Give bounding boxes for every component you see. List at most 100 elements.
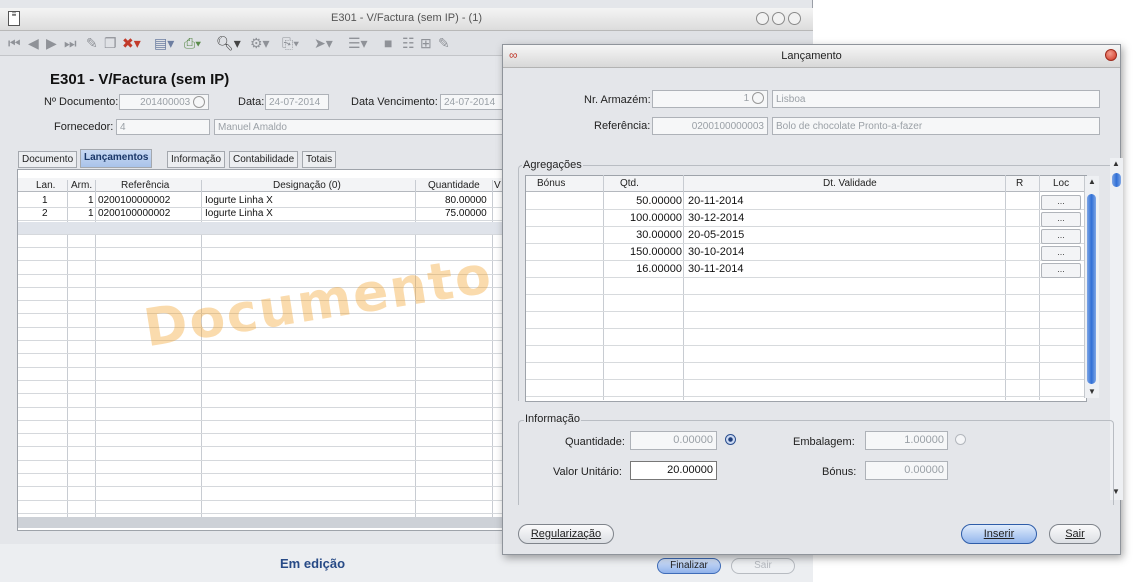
quantidade-radio[interactable]: [725, 434, 736, 445]
table-row[interactable]: 1 1 0200100000002 Iogurte Linha X 80.000…: [18, 195, 506, 207]
row-desig: Iogurte Linha X: [205, 195, 273, 206]
tab-documento[interactable]: Documento: [18, 151, 78, 168]
close-icon[interactable]: [788, 12, 801, 25]
grid-scrollbar[interactable]: ▲ ▼: [1084, 176, 1099, 398]
copy-icon[interactable]: ❐: [104, 35, 117, 52]
misc-icon[interactable]: ✎: [438, 35, 450, 52]
supplier-label: Fornecedor:: [54, 121, 114, 133]
first-record-icon[interactable]: ⏮: [8, 35, 21, 52]
information-title: Informação: [524, 413, 582, 425]
embalagem-radio[interactable]: [955, 434, 966, 445]
grid-row-line: [18, 247, 506, 248]
loc-button[interactable]: ...: [1041, 195, 1081, 210]
loc-button[interactable]: ...: [1041, 212, 1081, 227]
tab-contabilidade[interactable]: Contabilidade: [229, 151, 299, 168]
list-item[interactable]: 30.00000 20-05-2015 ...: [526, 228, 1084, 244]
finalizar-button[interactable]: Finalizar: [657, 558, 721, 574]
col-validade[interactable]: Dt. Validade: [823, 178, 877, 189]
tools-icon[interactable]: ⚙▾: [250, 35, 270, 52]
agg-row-line: [526, 294, 1084, 295]
row-arm: 1: [88, 195, 94, 206]
col-referencia[interactable]: Referência: [121, 180, 169, 191]
scroll-down-icon[interactable]: ▼: [1088, 387, 1096, 396]
referencia-label: Referência:: [594, 120, 651, 132]
attach-icon[interactable]: ⎘▾: [282, 35, 299, 52]
bonus-field[interactable]: 0.00000: [865, 461, 948, 480]
search-icon[interactable]: 🔍︎▾: [216, 35, 241, 52]
col-lan[interactable]: Lan.: [36, 180, 55, 191]
agg-qtd: 150.00000: [630, 246, 682, 258]
dialog-close-icon[interactable]: [1105, 49, 1117, 61]
list-item[interactable]: 100.00000 30-12-2014 ...: [526, 211, 1084, 227]
list-item[interactable]: 150.00000 30-10-2014 ...: [526, 245, 1084, 261]
col-loc[interactable]: Loc: [1053, 178, 1069, 189]
dialog-title: Lançamento: [781, 50, 842, 62]
col-quantidade[interactable]: Quantidade: [428, 180, 480, 191]
scroll-thumb[interactable]: [1087, 194, 1096, 384]
grid-row-line: [18, 500, 506, 501]
agg-qtd: 100.00000: [630, 212, 682, 224]
armazem-field[interactable]: 1: [652, 90, 768, 108]
agg-row-line: [526, 277, 1084, 278]
agg-row-line: [526, 396, 1084, 397]
edit-icon[interactable]: ▤▾: [154, 35, 174, 52]
tab-informacao[interactable]: Informação: [167, 151, 226, 168]
maximize-icon[interactable]: [772, 12, 785, 25]
minimize-icon[interactable]: [756, 12, 769, 25]
lookup-icon[interactable]: [193, 96, 205, 109]
tab-lancamentos[interactable]: Lançamentos: [80, 149, 153, 168]
tab-totais[interactable]: Totais: [302, 151, 337, 168]
col-v[interactable]: V: [494, 180, 501, 191]
col-designacao[interactable]: Designação (0): [273, 180, 341, 191]
print-icon[interactable]: ⎙▾: [184, 35, 201, 52]
new-icon[interactable]: ✎: [86, 35, 98, 52]
col-r[interactable]: R: [1016, 178, 1023, 189]
dialog-scroll-up-icon[interactable]: ▲: [1112, 159, 1120, 168]
row-ref: 0200100000002: [98, 208, 171, 219]
embalagem-field[interactable]: 1.00000: [865, 431, 948, 450]
next-record-icon[interactable]: ▶: [46, 35, 57, 52]
loc-button[interactable]: ...: [1041, 229, 1081, 244]
table-row[interactable]: 2 1 0200100000002 Iogurte Linha X 75.000…: [18, 208, 506, 220]
valor-unitario-field[interactable]: 20.00000: [630, 461, 717, 480]
scroll-up-icon[interactable]: ▲: [1088, 177, 1096, 186]
prev-record-icon[interactable]: ◀: [28, 35, 39, 52]
doc-number-field[interactable]: 201400003: [119, 94, 209, 110]
main-sair-button[interactable]: Sair: [731, 558, 795, 574]
referencia-field[interactable]: 0200100000003: [652, 117, 768, 135]
delete-icon[interactable]: ✖▾: [122, 35, 141, 52]
sair-button[interactable]: Sair: [1049, 524, 1101, 544]
inserir-button[interactable]: Inserir: [961, 524, 1037, 544]
regularizacao-button[interactable]: Regularização: [518, 524, 614, 544]
list-item[interactable]: 50.00000 20-11-2014 ...: [526, 194, 1084, 210]
due-date-label: Data Vencimento:: [351, 96, 438, 108]
grid-row-line: [18, 446, 506, 447]
supplier-name-field[interactable]: Manuel Amaldo: [214, 119, 504, 135]
agg-qtd: 16.00000: [636, 263, 682, 275]
col-arm[interactable]: Arm.: [71, 180, 92, 191]
loc-button[interactable]: ...: [1041, 263, 1081, 278]
valor-unitario-label: Valor Unitário:: [553, 466, 622, 478]
block-icon[interactable]: ■: [384, 35, 392, 51]
agg-qtd: 30.00000: [636, 229, 682, 241]
due-date-field[interactable]: 24-07-2014: [440, 94, 504, 110]
dialog-scroll-thumb[interactable]: [1112, 173, 1121, 187]
col-bonus[interactable]: Bónus: [537, 178, 565, 189]
report-icon[interactable]: ☰▾: [348, 35, 368, 52]
quantidade-field[interactable]: 0.00000: [630, 431, 717, 450]
agg-date: 30-11-2014: [688, 263, 744, 275]
grid-row-line: [18, 380, 506, 381]
supplier-code-field[interactable]: 4: [116, 119, 210, 135]
information-group: [518, 420, 1114, 505]
grid-row-line: [18, 220, 506, 221]
list-item[interactable]: 16.00000 30-11-2014 ...: [526, 262, 1084, 278]
armazem-lookup-icon[interactable]: [752, 92, 764, 105]
date-field[interactable]: 24-07-2014: [265, 94, 329, 110]
list-icon[interactable]: ☷: [402, 35, 415, 52]
preview-icon[interactable]: ⊞: [420, 35, 432, 52]
agg-qtd: 50.00000: [636, 195, 682, 207]
col-qtd[interactable]: Qtd.: [620, 178, 639, 189]
last-record-icon[interactable]: ⏭: [64, 35, 77, 52]
loc-button[interactable]: ...: [1041, 246, 1081, 261]
export-icon[interactable]: ➤▾: [314, 35, 333, 52]
